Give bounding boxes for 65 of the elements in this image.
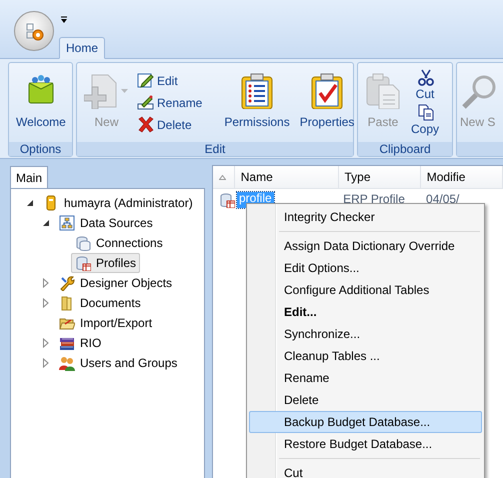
- menu-item[interactable]: Edit Options...: [249, 257, 482, 279]
- ribbon-button[interactable]: Properties: [296, 65, 358, 140]
- collapsed-arrow-icon[interactable]: [41, 358, 51, 368]
- menu-item[interactable]: Rename: [249, 367, 482, 389]
- column-header[interactable]: Modifie: [420, 166, 503, 188]
- ribbon-button[interactable]: Cut: [407, 69, 444, 101]
- ribbon-button[interactable]: Delete: [135, 115, 204, 134]
- collapsed-arrow-icon[interactable]: [41, 278, 51, 288]
- menu-item[interactable]: Cleanup Tables ...: [249, 345, 482, 367]
- search-icon: [460, 73, 496, 109]
- list-cell-text: 04/05/: [425, 193, 460, 206]
- clipboard-list-icon: [239, 73, 276, 109]
- tree-item[interactable]: humayra (Administrator): [39, 193, 197, 213]
- menu-item[interactable]: Cut: [249, 462, 482, 478]
- database-table-icon: [219, 192, 235, 208]
- menu-item[interactable]: Configure Additional Tables: [249, 279, 482, 301]
- tree-item[interactable]: RIO: [55, 333, 106, 353]
- list-cell-text: ERP Profile: [342, 193, 406, 206]
- ribbon-button[interactable]: Rename: [135, 93, 204, 112]
- clipboard-check-icon: [309, 73, 346, 109]
- collapsed-arrow-icon[interactable]: [41, 338, 51, 348]
- menu-item[interactable]: Backup Budget Database...: [249, 411, 482, 433]
- group-label: Clipboard: [358, 142, 452, 156]
- menu-item[interactable]: Integrity Checker: [249, 206, 482, 228]
- ribbon-button[interactable]: Welcome: [12, 65, 70, 140]
- users-icon: [59, 355, 75, 371]
- menu-item[interactable]: Restore Budget Database...: [249, 433, 482, 455]
- app-menu-button[interactable]: [14, 11, 54, 51]
- rename-icon: [137, 94, 154, 111]
- collapsed-arrow-icon[interactable]: [41, 298, 51, 308]
- group-label: Edit: [77, 142, 353, 156]
- wrench-icon: [59, 275, 75, 291]
- tree-item[interactable]: Connections: [71, 233, 167, 253]
- books-icon: [59, 335, 75, 351]
- menu-item[interactable]: Delete: [249, 389, 482, 411]
- group-footer: [457, 142, 503, 156]
- ribbon-button[interactable]: Copy: [407, 104, 444, 136]
- panel-tab[interactable]: Main: [10, 166, 48, 188]
- database-icon: [75, 235, 91, 251]
- tree-item[interactable]: Users and Groups: [55, 353, 182, 373]
- copy-icon: [416, 104, 434, 121]
- delete-icon: [137, 116, 154, 133]
- pencil-icon: [137, 72, 154, 89]
- expanded-arrow-icon[interactable]: [41, 218, 51, 228]
- tree-item[interactable]: Import/Export: [55, 313, 156, 333]
- menu-item[interactable]: Synchronize...: [249, 323, 482, 345]
- dropdown-icon: [60, 16, 68, 24]
- column-header[interactable]: Type: [338, 166, 421, 188]
- tree-item[interactable]: Profiles: [71, 253, 140, 273]
- tree-item[interactable]: Documents: [55, 293, 145, 313]
- ribbon-tab[interactable]: Home: [59, 37, 106, 59]
- tree-item[interactable]: Data Sources: [55, 213, 157, 233]
- network-icon: [59, 215, 75, 231]
- database-table-icon: [75, 255, 91, 271]
- ribbon-button[interactable]: Permissions: [220, 65, 294, 140]
- scissors-icon: [416, 69, 434, 86]
- group-label: Options: [9, 142, 72, 156]
- ribbon-button[interactable]: Edit: [135, 71, 204, 90]
- menu-item[interactable]: Edit...: [249, 301, 482, 323]
- expanded-arrow-icon[interactable]: [25, 198, 35, 208]
- menu-item[interactable]: Assign Data Dictionary Override: [249, 235, 482, 257]
- paste-icon: [365, 73, 401, 109]
- tree-item[interactable]: Designer Objects: [55, 273, 176, 293]
- sort-arrow-icon[interactable]: [219, 174, 226, 180]
- column-header[interactable]: Name: [234, 166, 338, 188]
